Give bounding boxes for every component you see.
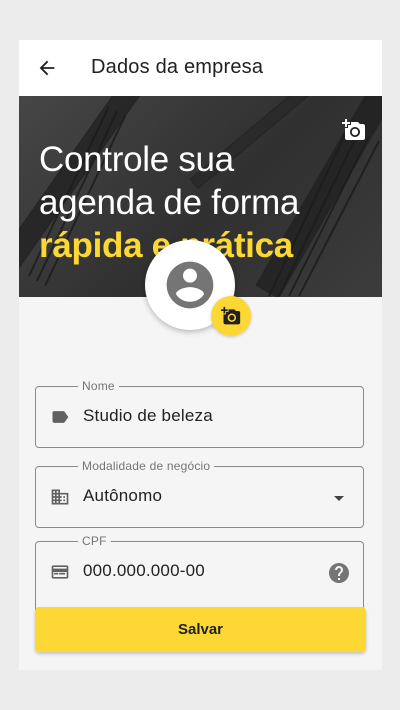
business-building-icon xyxy=(51,489,69,505)
add-photo-icon xyxy=(221,306,241,325)
cpf-field-label: CPF xyxy=(78,534,111,548)
cpf-input[interactable]: 000.000.000-00 xyxy=(83,561,205,581)
back-button[interactable] xyxy=(33,54,61,82)
name-input[interactable]: Studio de beleza xyxy=(83,406,213,426)
business-type-value: Autônomo xyxy=(83,486,163,505)
id-card-icon xyxy=(51,565,69,579)
business-type-label: Modalidade de negócio xyxy=(78,459,215,473)
cpf-help-button[interactable] xyxy=(327,561,351,585)
account-circle-icon xyxy=(166,261,214,309)
change-avatar-photo-button[interactable] xyxy=(211,296,251,336)
name-field-label: Nome xyxy=(78,379,119,393)
app-bar: Dados da empresa xyxy=(19,40,382,96)
app-screen: Dados da empresa Controle sua agenda de … xyxy=(19,40,382,670)
change-cover-photo-button[interactable] xyxy=(342,118,366,142)
add-photo-icon xyxy=(342,119,365,140)
label-tag-icon xyxy=(52,411,69,423)
help-icon xyxy=(329,563,349,583)
dropdown-arrow-icon xyxy=(334,496,344,501)
save-button[interactable]: Salvar xyxy=(35,607,366,652)
business-type-select[interactable]: Modalidade de negócio Autônomo xyxy=(35,459,364,528)
arrow-back-icon xyxy=(39,60,55,76)
banner-headline-line-2: agenda de forma xyxy=(39,183,300,222)
page-title: Dados da empresa xyxy=(91,56,264,78)
dropdown-toggle[interactable] xyxy=(327,486,351,510)
banner-headline-line-1: Controle sua xyxy=(39,140,234,179)
name-field[interactable]: Nome Studio de beleza xyxy=(35,379,364,448)
